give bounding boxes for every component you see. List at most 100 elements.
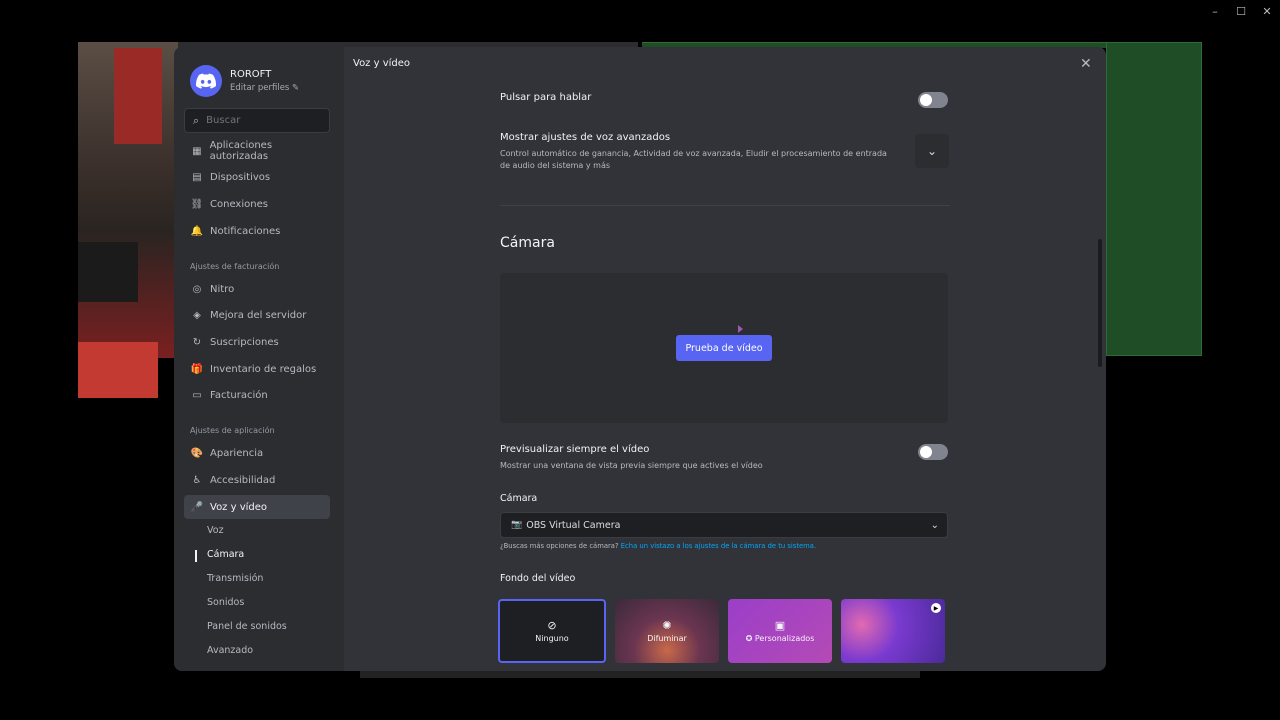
- sidebar-item-nitro[interactable]: ◎ Nitro: [184, 277, 330, 301]
- edit-profiles-link[interactable]: Editar perfiles ✎: [230, 83, 299, 93]
- sidebar-item-label: Conexiones: [210, 198, 268, 210]
- camera-hint: ¿Buscas más opciones de cámara? Echa un …: [500, 542, 816, 550]
- billing-section-header: Ajustes de facturación: [190, 262, 280, 271]
- camera-hint-text: ¿Buscas más opciones de cámara?: [500, 542, 619, 550]
- sub-item-camera[interactable]: Cámara: [207, 549, 244, 560]
- advanced-voice-title: Mostrar ajustes de voz avanzados: [500, 132, 671, 143]
- call-controls-bar: [360, 670, 920, 678]
- divider: [500, 205, 950, 206]
- bell-icon: 🔔: [190, 225, 204, 237]
- always-preview-title: Previsualizar siempre el vídeo: [500, 444, 650, 455]
- camera-section-title: Cámara: [500, 235, 555, 251]
- sidebar-item-appearance[interactable]: 🎨 Apariencia: [184, 441, 330, 465]
- sidebar-item-label: Inventario de regalos: [210, 363, 317, 375]
- chevron-down-icon: ⌄: [930, 519, 939, 531]
- profile-header[interactable]: ROROFT Editar perfiles ✎: [190, 65, 299, 97]
- green-video-tile: [1106, 42, 1202, 356]
- camera-select[interactable]: 📷 OBS Virtual Camera ⌄: [500, 512, 948, 538]
- app-section-header: Ajustes de aplicación: [190, 426, 275, 435]
- blur-icon: ✺: [662, 619, 672, 632]
- video-bg-options: ⊘ Ninguno ✺ Difuminar ▣ ✪ Personalizados…: [498, 599, 945, 663]
- none-icon: ⊘: [547, 619, 557, 632]
- bg-option-none[interactable]: ⊘ Ninguno: [498, 599, 606, 663]
- play-icon: ▶: [931, 603, 941, 613]
- always-preview-toggle[interactable]: [918, 444, 948, 460]
- sidebar-item-label: Facturación: [210, 389, 268, 401]
- participant-video-tile: [78, 42, 178, 398]
- sidebar-item-authorized-apps[interactable]: ▦ Aplicaciones autorizadas: [184, 139, 330, 163]
- settings-sidebar: ROROFT Editar perfiles ✎ ⌕ ▦ Aplicacione…: [174, 47, 344, 671]
- sub-item-voice[interactable]: Voz: [207, 525, 224, 536]
- bg-option-scene[interactable]: ▶: [841, 599, 945, 663]
- search-input[interactable]: [206, 115, 317, 126]
- sidebar-item-server-boost[interactable]: ◈ Mejora del servidor: [184, 303, 330, 327]
- sidebar-item-label: Nitro: [210, 283, 235, 295]
- page-title: Voz y vídeo: [353, 58, 411, 69]
- card-icon: ▭: [192, 389, 202, 401]
- sidebar-item-label: Aplicaciones autorizadas: [209, 140, 273, 162]
- sidebar-item-voice-video[interactable]: 🎤 Voz y vídeo: [184, 495, 330, 519]
- bg-option-custom[interactable]: ▣ ✪ Personalizados: [728, 599, 832, 663]
- nitro-icon: ◎: [192, 283, 202, 295]
- sidebar-item-connections[interactable]: ⛓ Conexiones: [184, 192, 330, 216]
- sub-item-soundboard[interactable]: Panel de sonidos: [207, 621, 287, 632]
- search-box[interactable]: ⌕: [184, 108, 330, 133]
- sidebar-item-label: Dispositivos: [210, 171, 271, 183]
- video-bg-label: Fondo del vídeo: [500, 573, 576, 584]
- active-indicator: [195, 550, 197, 562]
- camera-select-label: Cámara: [500, 493, 538, 504]
- sidebar-item-billing[interactable]: ▭ Facturación: [184, 383, 330, 407]
- maximize-icon[interactable]: ☐: [1228, 0, 1254, 22]
- ptt-label: Pulsar para hablar: [500, 92, 592, 103]
- scrollbar[interactable]: [1098, 239, 1102, 367]
- test-video-button[interactable]: Prueba de vídeo: [676, 335, 772, 361]
- close-icon[interactable]: ✕: [1080, 56, 1092, 72]
- accessibility-icon: ♿: [192, 474, 202, 486]
- system-camera-settings-link[interactable]: Echa un vistazo a los ajustes de la cáma…: [621, 542, 816, 550]
- microphone-icon: 🎤: [190, 501, 204, 513]
- boost-icon: ◈: [193, 309, 201, 321]
- subscription-icon: ↻: [192, 336, 202, 348]
- sidebar-item-label: Suscripciones: [210, 336, 279, 348]
- sidebar-item-label: Voz y vídeo: [210, 501, 268, 513]
- shoebox-image: [78, 342, 158, 398]
- sidebar-item-gift-inventory[interactable]: 🎁 Inventario de regalos: [184, 357, 330, 381]
- sidebar-item-accessibility[interactable]: ♿ Accesibilidad: [184, 468, 330, 492]
- shoebox-image: [78, 242, 138, 302]
- sidebar-item-notifications[interactable]: 🔔 Notificaciones: [184, 219, 330, 243]
- mouse-cursor-icon: [738, 325, 743, 333]
- image-add-icon: ▣: [774, 619, 786, 632]
- sidebar-item-label: Notificaciones: [210, 225, 281, 237]
- bg-option-label: ✪ Personalizados: [745, 634, 815, 643]
- discord-avatar-icon: [190, 65, 222, 97]
- sub-item-sounds[interactable]: Sonidos: [207, 597, 244, 608]
- bg-option-blur[interactable]: ✺ Difuminar: [615, 599, 719, 663]
- sub-item-advanced[interactable]: Avanzado: [207, 645, 253, 656]
- poster-image: [114, 48, 162, 144]
- sidebar-item-label: Accesibilidad: [210, 474, 276, 486]
- link-icon: ⛓: [190, 198, 204, 210]
- profile-name: ROROFT: [230, 69, 272, 80]
- sub-item-streaming[interactable]: Transmisión: [207, 573, 263, 584]
- always-preview-desc: Mostrar una ventana de vista previa siem…: [500, 461, 763, 470]
- bg-option-label: Difuminar: [647, 634, 687, 643]
- sidebar-item-devices[interactable]: ▤ Dispositivos: [184, 165, 330, 189]
- sidebar-item-subscriptions[interactable]: ↻ Suscripciones: [184, 330, 330, 354]
- ptt-toggle[interactable]: [918, 92, 948, 108]
- chevron-down-icon[interactable]: ⌄: [915, 134, 949, 168]
- window-close-icon[interactable]: ✕: [1254, 0, 1280, 22]
- minimize-icon[interactable]: –: [1202, 0, 1228, 22]
- camera-select-value: OBS Virtual Camera: [526, 519, 621, 531]
- palette-icon: 🎨: [190, 447, 204, 459]
- devices-icon: ▤: [192, 171, 202, 183]
- sidebar-item-label: Mejora del servidor: [210, 309, 307, 321]
- apps-icon: ▦: [192, 145, 202, 157]
- bg-option-label: Ninguno: [535, 634, 569, 643]
- advanced-voice-desc: Control automático de ganancia, Activida…: [500, 149, 887, 170]
- sidebar-item-label: Apariencia: [210, 447, 264, 459]
- settings-content: Pulsar para hablar Mostrar ajustes de vo…: [498, 47, 950, 671]
- settings-modal: ROROFT Editar perfiles ✎ ⌕ ▦ Aplicacione…: [174, 47, 1106, 671]
- camera-preview: Prueba de vídeo: [500, 273, 948, 423]
- gift-icon: 🎁: [190, 363, 204, 375]
- window-controls: – ☐ ✕: [1202, 0, 1280, 22]
